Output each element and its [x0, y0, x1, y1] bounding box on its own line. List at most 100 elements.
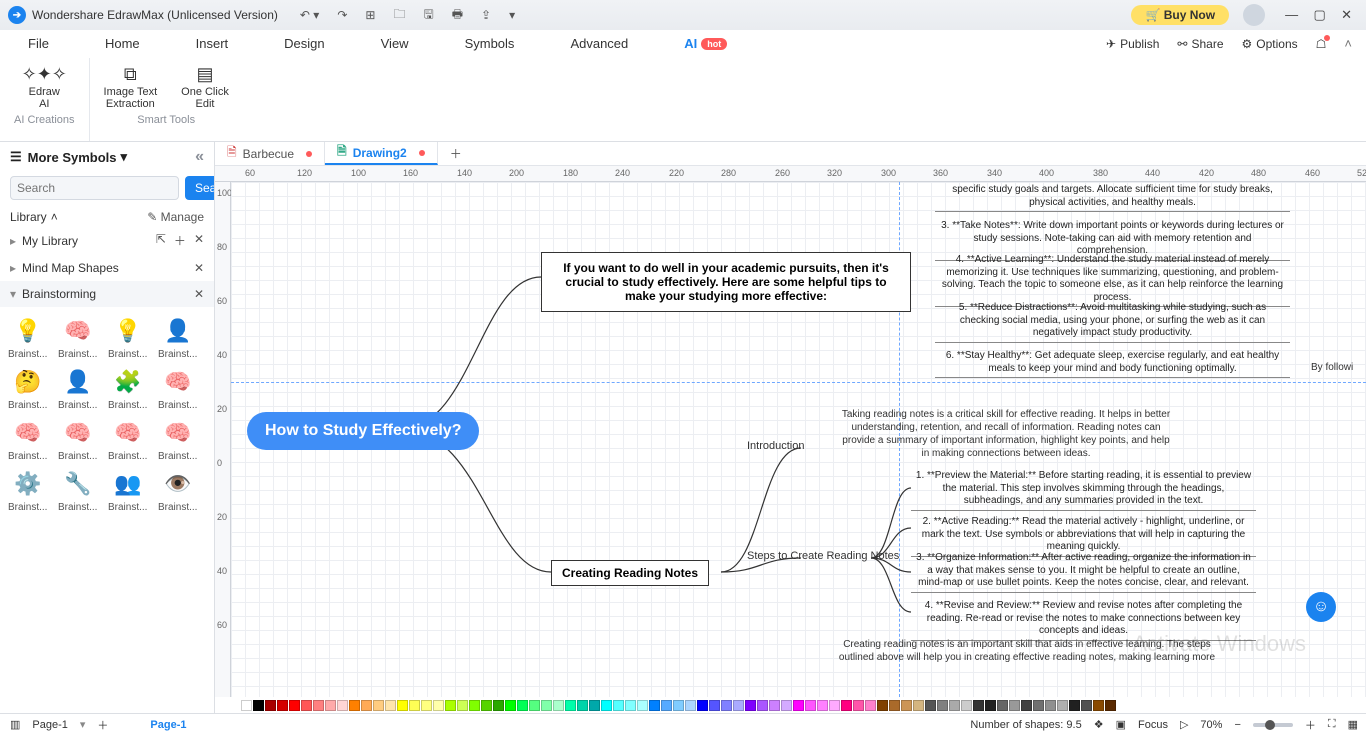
page-label[interactable]: Page-1 [32, 719, 67, 731]
mindmap-shapes-item[interactable]: Mind Map Shapes [22, 261, 119, 275]
close-lib-icon[interactable]: ✕ [194, 261, 204, 275]
shape-item[interactable]: 👁️Brainst... [158, 466, 206, 513]
chevron-up-icon[interactable]: ˄ [51, 210, 58, 224]
color-swatch[interactable] [601, 700, 612, 711]
color-swatch[interactable] [517, 700, 528, 711]
layers-icon[interactable]: ❖ [1094, 718, 1104, 731]
menu-design[interactable]: Design [256, 36, 352, 51]
color-swatch[interactable] [973, 700, 984, 711]
avatar[interactable] [1243, 4, 1265, 26]
print-icon[interactable]: 🖶 [452, 5, 463, 26]
color-swatch[interactable] [625, 700, 636, 711]
color-swatch[interactable] [445, 700, 456, 711]
shape-item[interactable]: 🧠Brainst... [8, 415, 56, 462]
my-library-item[interactable]: My Library [22, 234, 78, 248]
zoom-in-icon[interactable]: ＋ [1305, 717, 1316, 733]
color-swatch[interactable] [769, 700, 780, 711]
add-tab-button[interactable]: ＋ [438, 142, 474, 165]
color-swatch[interactable] [829, 700, 840, 711]
shape-item[interactable]: 🧠Brainst... [158, 415, 206, 462]
shape-item[interactable]: 🧠Brainst... [108, 415, 156, 462]
color-swatch[interactable] [757, 700, 768, 711]
color-swatch[interactable] [949, 700, 960, 711]
color-swatch[interactable] [1069, 700, 1080, 711]
color-swatch[interactable] [817, 700, 828, 711]
color-swatch[interactable] [529, 700, 540, 711]
redo-icon[interactable]: ↷ [337, 8, 347, 22]
focus-icon[interactable]: ▣ [1116, 718, 1126, 731]
root-node[interactable]: How to Study Effectively? [247, 412, 479, 450]
save-icon[interactable]: 🖫 [423, 5, 433, 26]
color-swatch[interactable] [1081, 700, 1092, 711]
menu-symbols[interactable]: Symbols [437, 36, 543, 51]
canvas[interactable]: How to Study Effectively? If you want to… [231, 182, 1366, 697]
color-swatch[interactable] [685, 700, 696, 711]
color-swatch[interactable] [577, 700, 588, 711]
play-icon[interactable]: ▷ [1180, 718, 1188, 731]
color-swatch[interactable] [1045, 700, 1056, 711]
undo-icon[interactable]: ↶ ▾ [300, 8, 319, 22]
zoom-value[interactable]: 70% [1200, 719, 1222, 731]
shape-item[interactable]: 🧠Brainst... [58, 313, 106, 360]
options-button[interactable]: ⚙ Options [1242, 37, 1298, 51]
shape-item[interactable]: 👤Brainst... [158, 313, 206, 360]
one-click-edit-button[interactable]: ▤One Click Edit [181, 64, 229, 110]
color-swatch[interactable] [589, 700, 600, 711]
more-symbols-label[interactable]: More Symbols [28, 150, 117, 165]
conclusion-paragraph[interactable]: Creating reading notes is an important s… [827, 638, 1227, 664]
color-swatch[interactable] [289, 700, 300, 711]
step-3[interactable]: 3. **Organize Information:** After activ… [911, 550, 1256, 593]
remove-icon[interactable]: ✕ [194, 232, 204, 249]
brainstorming-item[interactable]: Brainstorming [22, 287, 96, 301]
color-swatch[interactable] [349, 700, 360, 711]
intro-node[interactable]: If you want to do well in your academic … [541, 252, 911, 312]
color-swatch[interactable] [553, 700, 564, 711]
color-swatch[interactable] [469, 700, 480, 711]
color-swatch[interactable] [1021, 700, 1032, 711]
color-swatch[interactable] [997, 700, 1008, 711]
image-text-extract-button[interactable]: ⧉Image Text Extraction [104, 64, 158, 110]
color-swatch[interactable] [793, 700, 804, 711]
menu-view[interactable]: View [353, 36, 437, 51]
color-swatch[interactable] [325, 700, 336, 711]
notification-icon[interactable]: ☖ [1316, 37, 1327, 51]
buy-now-button[interactable]: 🛒 Buy Now [1131, 5, 1229, 25]
color-swatch[interactable] [265, 700, 276, 711]
color-swatch[interactable] [373, 700, 384, 711]
color-swatch[interactable] [241, 700, 252, 711]
color-swatch[interactable] [253, 700, 264, 711]
menu-file[interactable]: File [0, 36, 77, 51]
search-input[interactable] [10, 176, 179, 200]
color-swatch[interactable] [697, 700, 708, 711]
manage-button[interactable]: ✎ Manage [147, 210, 204, 224]
color-swatch[interactable] [493, 700, 504, 711]
color-swatch[interactable] [1057, 700, 1068, 711]
sidebar-collapse-icon[interactable]: « [195, 148, 204, 166]
color-swatch[interactable] [985, 700, 996, 711]
menu-advanced[interactable]: Advanced [542, 36, 656, 51]
tip-item-6[interactable]: 6. **Stay Healthy**: Get adequate sleep,… [935, 348, 1290, 378]
collapse-ribbon-icon[interactable]: ˄ [1344, 36, 1352, 51]
steps-label[interactable]: Steps to Create Reading Notes [747, 550, 899, 562]
tab-drawing2[interactable]: 🗎Drawing2 [325, 142, 438, 165]
introduction-label[interactable]: Introduction [747, 440, 804, 452]
tip-item-4[interactable]: 4. **Active Learning**: Understand the s… [935, 252, 1290, 307]
color-swatch[interactable] [301, 700, 312, 711]
color-swatch[interactable] [841, 700, 852, 711]
assistant-float-button[interactable]: ☺ [1306, 592, 1336, 622]
shape-item[interactable]: ⚙️Brainst... [8, 466, 56, 513]
color-swatch[interactable] [925, 700, 936, 711]
color-swatch[interactable] [409, 700, 420, 711]
shape-item[interactable]: 👥Brainst... [108, 466, 156, 513]
color-swatch[interactable] [661, 700, 672, 711]
color-swatch[interactable] [337, 700, 348, 711]
open-icon[interactable]: 🗀 [393, 5, 405, 26]
color-swatch[interactable] [277, 700, 288, 711]
color-swatch[interactable] [457, 700, 468, 711]
color-swatch[interactable] [1105, 700, 1116, 711]
color-swatch[interactable] [781, 700, 792, 711]
color-swatch[interactable] [913, 700, 924, 711]
add-icon[interactable]: ＋ [174, 232, 186, 249]
color-swatch[interactable] [481, 700, 492, 711]
intro-paragraph[interactable]: Taking reading notes is a critical skill… [841, 408, 1171, 460]
